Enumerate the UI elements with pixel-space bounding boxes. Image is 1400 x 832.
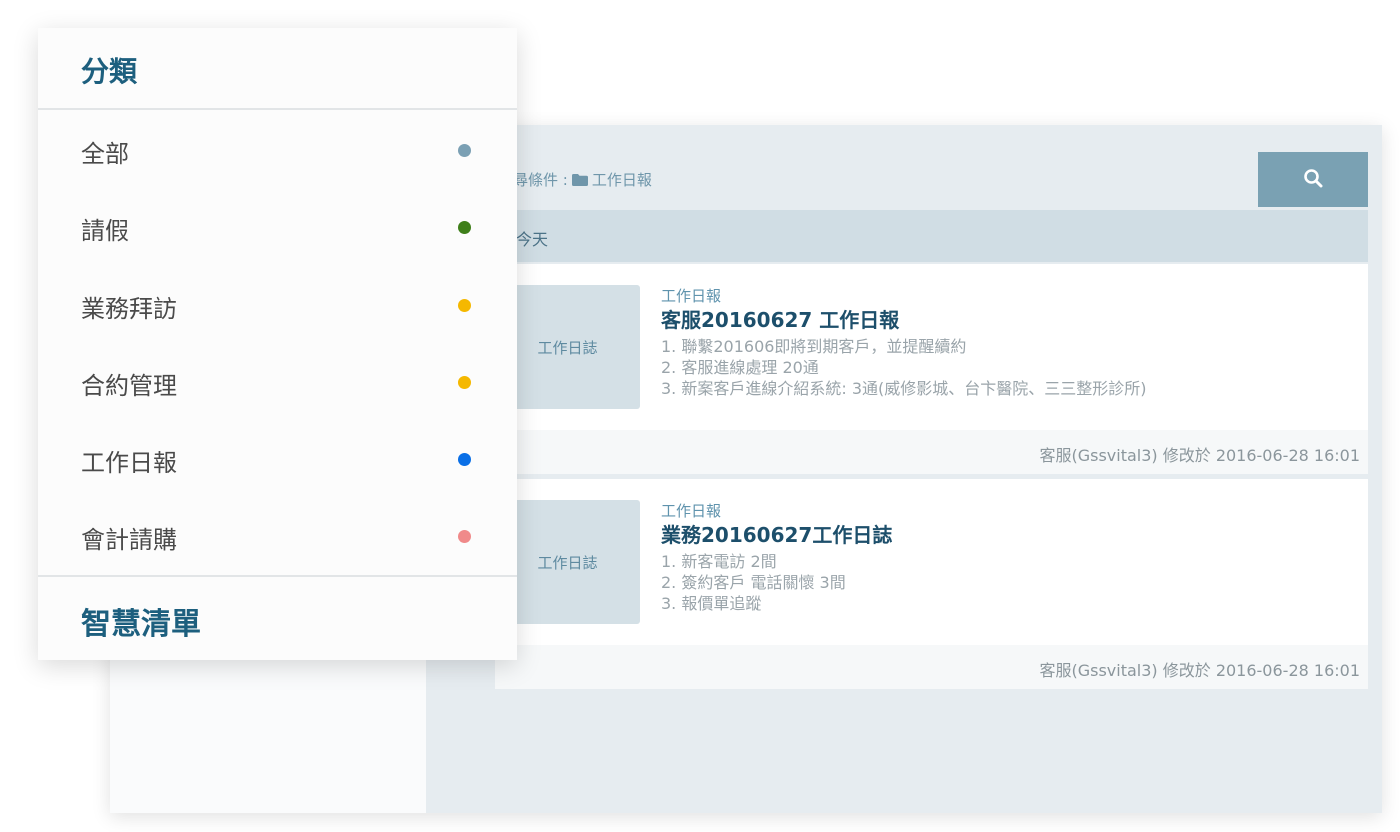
category-color-dot	[458, 530, 471, 544]
folder-icon	[571, 173, 588, 186]
card-line: 2. 簽約客戶 電話關懷 3間	[661, 573, 846, 592]
card-category: 工作日報	[661, 502, 722, 520]
category-item-label: 請假	[81, 217, 129, 246]
category-panel-title: 分類	[81, 55, 138, 88]
category-item-work-report[interactable]: 工作日報	[38, 419, 517, 496]
category-item-leave[interactable]: 請假	[38, 187, 517, 264]
card-line: 3. 新案客戶進線介紹系統: 3通(威修影城、台卞醫院、三三整形診所)	[661, 379, 1147, 398]
card-line: 1. 聯繫201606即將到期客戶，並提醒續約	[661, 337, 967, 356]
card-title[interactable]: 客服20160627 工作日報	[661, 306, 1361, 334]
search-folder-name[interactable]: 工作日報	[592, 169, 652, 190]
category-item-label: 工作日報	[81, 449, 177, 478]
smart-list-section[interactable]: 智慧清單	[38, 575, 517, 660]
category-panel: 分類 全部 請假 業務拜訪 合約管理 工作日報 會計請購 智慧清單	[38, 28, 517, 660]
category-color-dot	[458, 453, 471, 467]
card-body: 工作日報 客服20160627 工作日報 1. 聯繫201606即將到期客戶，並…	[661, 286, 1361, 399]
category-item-all[interactable]: 全部	[38, 110, 517, 187]
card-thumbnail-label: 工作日誌	[537, 553, 598, 572]
search-icon	[1303, 168, 1323, 192]
main-pane: 搜尋條件 : 工作日報 今天 工作日誌 工作日報 客服20160627 工作日報	[426, 125, 1382, 813]
smart-list-title: 智慧清單	[81, 607, 201, 642]
search-bar: 搜尋條件 : 工作日報	[426, 152, 1368, 208]
category-panel-header: 分類	[38, 28, 517, 110]
search-conditions: 搜尋條件 : 工作日報	[498, 169, 652, 190]
category-item-business-visit[interactable]: 業務拜訪	[38, 265, 517, 342]
category-item-label: 全部	[81, 140, 129, 168]
category-item-label: 合約管理	[81, 371, 177, 400]
date-group-label: 今天	[516, 230, 549, 249]
card-modified-info: 客服(Gssvital3) 修改於 2016-06-28 16:01	[1039, 661, 1360, 680]
card-thumbnail-label: 工作日誌	[537, 338, 598, 357]
category-item-contract-management[interactable]: 合約管理	[38, 342, 517, 419]
date-group-header: 今天	[426, 210, 1368, 262]
category-item-accounting-purchase[interactable]: 會計請購	[38, 496, 517, 573]
search-button[interactable]	[1258, 152, 1368, 207]
category-item-label: 會計請購	[81, 526, 177, 555]
category-color-dot	[458, 221, 471, 235]
list-item[interactable]: 工作日誌 工作日報 業務20160627工作日誌 1. 新客電訪 2間 2. 簽…	[495, 479, 1368, 689]
category-color-dot	[458, 298, 471, 312]
card-body: 工作日報 業務20160627工作日誌 1. 新客電訪 2間 2. 簽約客戶 電…	[661, 501, 1361, 614]
card-category: 工作日報	[661, 287, 722, 305]
card-line: 2. 客服進線處理 20通	[661, 358, 819, 377]
card-line: 3. 報價單追蹤	[661, 594, 762, 613]
category-color-dot	[458, 375, 471, 389]
card-modified-info: 客服(Gssvital3) 修改於 2016-06-28 16:01	[1039, 446, 1360, 465]
category-color-dot	[458, 144, 471, 157]
card-footer: 客服(Gssvital3) 修改於 2016-06-28 16:01	[495, 645, 1368, 689]
card-title[interactable]: 業務20160627工作日誌	[661, 521, 1361, 549]
category-list: 全部 請假 業務拜訪 合約管理 工作日報 會計請購	[38, 110, 517, 574]
category-item-label: 業務拜訪	[81, 294, 177, 323]
list-item[interactable]: 工作日誌 工作日報 客服20160627 工作日報 1. 聯繫201606即將到…	[495, 264, 1368, 474]
card-footer: 客服(Gssvital3) 修改於 2016-06-28 16:01	[495, 430, 1368, 474]
card-line: 1. 新客電訪 2間	[661, 552, 777, 571]
